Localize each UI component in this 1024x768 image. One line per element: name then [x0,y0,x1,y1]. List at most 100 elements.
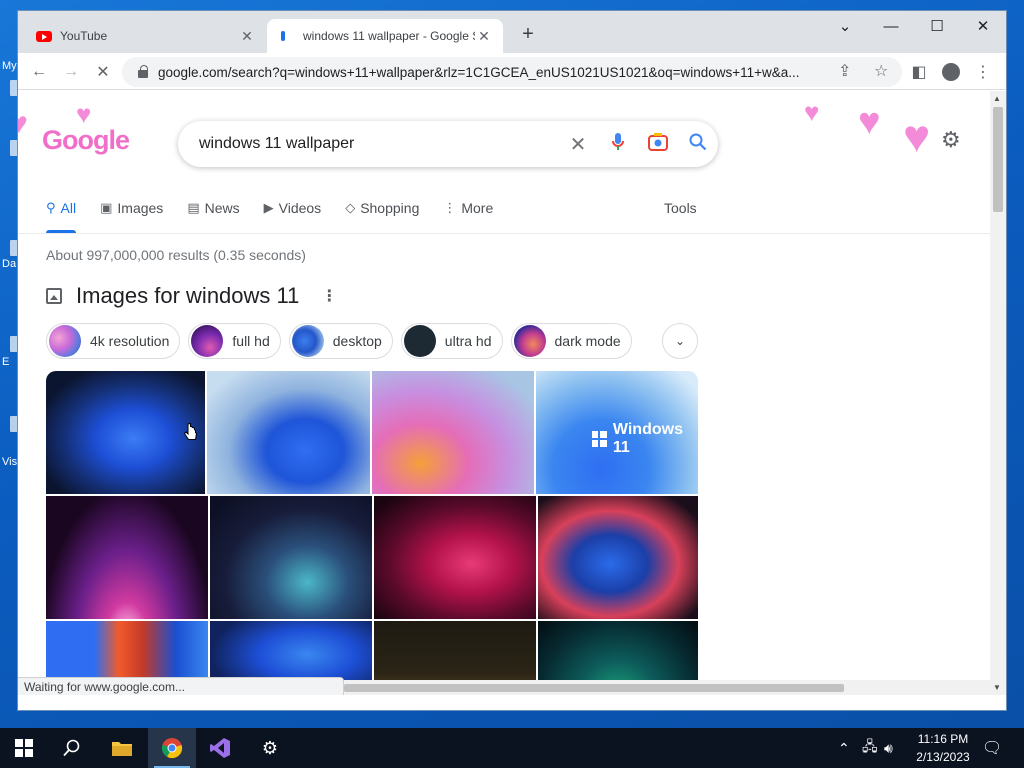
volume-icon[interactable]: 🔊︎ [884,728,893,768]
visual-studio-icon[interactable] [196,728,244,768]
tag-icon: ◇ [345,200,356,215]
chip-desktop[interactable]: desktop [288,323,393,359]
scrollbar-thumb[interactable] [993,107,1003,212]
desktop-icon[interactable] [10,336,18,352]
youtube-icon [36,30,52,42]
stop-loading-button[interactable]: ✕ [90,59,116,85]
image-result[interactable] [46,371,205,494]
image-result[interactable] [538,496,698,619]
lock-icon[interactable] [138,65,148,78]
image-icon: ▣ [100,200,113,215]
clock-time: 11:16 PM [917,732,969,746]
logo-text: Google [42,125,130,155]
chrome-window: YouTube ✕ windows 11 wallpaper - Google … [18,11,1006,710]
chip-thumbnail [49,325,81,357]
network-icon[interactable]: 🖧 [862,728,878,768]
clear-icon[interactable]: ✕ [558,132,598,157]
address-bar[interactable]: google.com/search?q=windows+11+wallpaper… [122,57,902,87]
close-icon[interactable]: ✕ [238,28,256,45]
windows-start-icon[interactable] [0,728,48,768]
heart-doodle: ♥ [903,110,931,162]
clock-date: 2/13/2023 [916,750,970,764]
image-result[interactable] [374,496,536,619]
search-icon[interactable] [678,133,718,156]
more-vert-icon[interactable]: ⋮ [321,286,337,306]
settings-icon[interactable]: ⚙ [246,728,294,768]
vertical-scrollbar[interactable]: ▲ ▼ [990,91,1006,695]
maximize-button[interactable]: ☐ [914,11,960,41]
tools-button[interactable]: Tools [664,192,697,224]
chip-label: full hd [232,333,270,349]
new-tab-button[interactable]: + [515,23,541,46]
chip-ultra-hd[interactable]: ultra hd [400,323,503,359]
image-result[interactable] [46,496,208,619]
desktop-icon-label: My [2,60,17,72]
horizontal-scrollbar[interactable] [344,680,990,695]
windows-logo-icon [592,431,607,447]
chip-label: 4k resolution [90,333,170,349]
images-section-title[interactable]: Images for windows 11 [76,283,299,309]
play-icon: ▶ [263,200,274,215]
image-results-grid: Windows 11 [46,371,698,695]
chip-dark-mode[interactable]: dark mode [510,323,632,359]
search-icon[interactable] [48,728,96,768]
camera-lens-icon[interactable] [638,132,678,156]
file-explorer-icon[interactable] [98,728,146,768]
desktop-icon[interactable] [10,416,18,432]
system-clock[interactable]: 11:16 PM 2/13/2023 [905,730,981,766]
close-window-button[interactable]: ✕ [960,11,1006,41]
chip-label: ultra hd [444,333,492,349]
scrollbar-thumb[interactable] [344,684,844,692]
back-button[interactable]: ← [26,59,52,85]
scroll-down-arrow[interactable]: ▼ [993,683,1001,692]
share-icon[interactable]: ⇪ [838,61,851,81]
desktop-icon-label: Vis [2,456,18,468]
tab-all[interactable]: ⚲ All [46,192,77,233]
tab-more[interactable]: ⋮ More [443,192,493,224]
divider [18,233,990,234]
tab-videos[interactable]: ▶ Videos [264,192,322,224]
chip-4k-resolution[interactable]: 4k resolution [46,323,181,359]
chrome-icon[interactable] [148,728,196,768]
show-hidden-icons-button[interactable]: ⌃ [838,728,850,768]
microphone-icon[interactable] [598,132,638,157]
search-input[interactable]: windows 11 wallpaper [199,135,558,153]
forward-button[interactable]: → [58,59,84,85]
notifications-icon[interactable]: 🗨︎ [982,728,1002,768]
image-result[interactable]: Windows 11 [536,371,698,494]
more-vert-icon: ⋮ [443,200,457,215]
profile-avatar[interactable] [938,59,964,85]
refinement-chips: 4k resolution full hd desktop ultra hd d… [46,323,640,359]
news-icon: ▤ [187,200,200,215]
image-result[interactable] [372,371,534,494]
heart-doodle: ♥ [18,107,28,140]
tab-youtube[interactable]: YouTube ✕ [26,19,266,53]
side-panel-icon[interactable]: ◧ [906,59,932,85]
image-result[interactable] [207,371,370,494]
tab-label: Shopping [360,200,420,216]
result-stats: About 997,000,000 results (0.35 seconds) [46,247,306,263]
minimize-button[interactable]: — [868,11,914,41]
scroll-up-arrow[interactable]: ▲ [993,94,1001,103]
desktop-icon[interactable] [10,80,18,96]
close-icon[interactable]: ✕ [475,28,493,45]
chip-full-hd[interactable]: full hd [188,323,281,359]
chips-expand-button[interactable]: ⌄ [662,323,698,359]
image-result[interactable] [210,496,372,619]
tab-news[interactable]: ▤ News [187,192,239,224]
tab-google-search[interactable]: windows 11 wallpaper - Google S ✕ [267,19,503,53]
tab-label: Videos [278,200,322,216]
chrome-menu-button[interactable]: ⋮ [970,59,996,85]
tab-label: News [204,200,240,216]
desktop-icon[interactable] [10,140,18,156]
google-doodle-logo[interactable]: Google [42,125,130,156]
desktop-icon[interactable] [10,240,18,256]
settings-gear-icon[interactable]: ⚙ [941,127,961,153]
tab-title: windows 11 wallpaper - Google S [303,29,475,43]
bookmark-star-icon[interactable]: ☆ [874,61,888,81]
search-box[interactable]: windows 11 wallpaper ✕ [178,121,718,167]
tab-shopping[interactable]: ◇ Shopping [345,192,419,224]
taskbar: ⚙ ⌃ 🖧 🔊︎ 11:16 PM 2/13/2023 🗨︎ [0,728,1024,768]
tab-images[interactable]: ▣ Images [100,192,163,224]
tab-search-button[interactable]: ⌄ [822,11,868,41]
